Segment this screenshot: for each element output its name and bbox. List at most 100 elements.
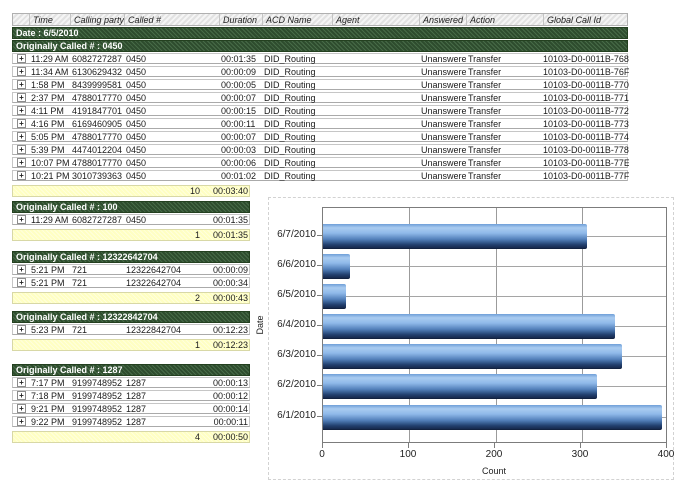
- time-cell: 5:39 PM: [29, 145, 70, 155]
- expand-icon[interactable]: +: [17, 80, 26, 89]
- summary-count: 2: [124, 293, 208, 303]
- column-header-expand: [13, 14, 29, 25]
- x-axis-title: Count: [454, 466, 534, 476]
- called-group-label: Originally Called # : 1287: [16, 365, 123, 375]
- expand-icon[interactable]: +: [17, 158, 26, 167]
- report-page: TimeCalling party #Called #DurationACD N…: [0, 0, 676, 485]
- y-axis-tick: [317, 355, 322, 356]
- expand-icon[interactable]: +: [17, 132, 26, 141]
- summary-duration: 00:00:50: [208, 432, 251, 442]
- acd-name-cell: DID_Routing: [262, 54, 332, 64]
- expand-icon[interactable]: +: [17, 93, 26, 102]
- acd-name-cell: DID_Routing: [262, 80, 332, 90]
- called-group-label: Originally Called # : 12322642704: [16, 252, 158, 262]
- calling-party-cell: 4788017770: [70, 93, 124, 103]
- called-cell: 1287: [124, 404, 208, 414]
- expand-icon[interactable]: +: [17, 106, 26, 115]
- category-gridline: [323, 266, 666, 267]
- called-cell: 12322842704: [124, 325, 208, 335]
- expand-icon[interactable]: +: [17, 119, 26, 128]
- global-call-id-cell: 10103-D0-0011B-771: [543, 93, 629, 103]
- expand-icon[interactable]: +: [17, 391, 26, 400]
- expand-cell: +: [13, 106, 29, 115]
- duration-cell: 00:00:03: [219, 145, 262, 155]
- time-cell: 10:21 PM: [29, 171, 70, 181]
- column-header-time: Time: [29, 14, 70, 25]
- expand-cell: +: [13, 80, 29, 89]
- duration-cell: 00:00:15: [219, 106, 262, 116]
- group-summary-row: 100:01:35: [12, 229, 250, 241]
- called-cell: 0450: [124, 67, 219, 77]
- expand-icon[interactable]: +: [17, 417, 26, 426]
- time-cell: 4:16 PM: [29, 119, 70, 129]
- column-header-agent: Agent: [332, 14, 419, 25]
- expand-icon[interactable]: +: [17, 145, 26, 154]
- time-cell: 5:21 PM: [29, 265, 70, 275]
- expand-icon[interactable]: +: [17, 404, 26, 413]
- answered-cell: Unanswered: [419, 80, 466, 90]
- expand-cell: +: [13, 265, 29, 274]
- calling-party-cell: 4788017770: [70, 132, 124, 142]
- answered-cell: Unanswered: [419, 106, 466, 116]
- expand-icon[interactable]: +: [17, 54, 26, 63]
- acd-name-cell: DID_Routing: [262, 119, 332, 129]
- table-row: +7:17 PM9199748952128700:00:13: [12, 377, 250, 388]
- date-group-header: Date : 6/5/2010: [12, 27, 628, 39]
- expand-icon[interactable]: +: [17, 215, 26, 224]
- category-label: 6/7/2010: [258, 229, 316, 240]
- called-cell: 1287: [124, 417, 208, 427]
- duration-cell: 00:00:12: [208, 391, 251, 401]
- called-group-label: Originally Called # : 0450: [16, 41, 123, 51]
- global-call-id-cell: 10103-D0-0011B-774: [543, 132, 629, 142]
- action-cell: Transfer: [466, 158, 543, 168]
- summary-count: 1: [124, 230, 208, 240]
- table-row: +2:37 PM4788017770045000:00:07DID_Routin…: [12, 92, 628, 103]
- calling-party-cell: 6082727287: [70, 54, 124, 64]
- called-cell: 0450: [124, 215, 208, 225]
- global-call-id-cell: 10103-D0-0011B-770: [543, 80, 629, 90]
- expand-icon[interactable]: +: [17, 378, 26, 387]
- bar-chart-plot-area: [322, 207, 667, 443]
- table-row: +11:29 AM6082727287045000:01:35DID_Routi…: [12, 53, 628, 64]
- y-axis-title: Date: [255, 305, 267, 345]
- action-cell: Transfer: [466, 93, 543, 103]
- group-table: Originally Called # : 12322642704 +5:21 P…: [12, 251, 250, 304]
- expand-icon[interactable]: +: [17, 171, 26, 180]
- expand-icon[interactable]: +: [17, 67, 26, 76]
- duration-cell: 00:01:35: [219, 54, 262, 64]
- x-axis-tick: [322, 443, 323, 448]
- time-cell: 7:17 PM: [29, 378, 70, 388]
- table-row: +5:05 PM4788017770045000:00:07DID_Routin…: [12, 131, 628, 142]
- called-group-label: Originally Called # : 12322842704: [16, 312, 158, 322]
- calling-party-cell: 6130629432: [70, 67, 124, 77]
- duration-cell: 00:12:23: [208, 325, 251, 335]
- calling-party-cell: 9199748952: [70, 417, 124, 427]
- duration-cell: 00:00:05: [219, 80, 262, 90]
- x-axis-tick: [580, 443, 581, 448]
- called-cell: 12322642704: [124, 278, 208, 288]
- expand-cell: +: [13, 67, 29, 76]
- calling-party-cell: 6082727287: [70, 215, 124, 225]
- expand-cell: +: [13, 54, 29, 63]
- expand-icon[interactable]: +: [17, 325, 26, 334]
- called-cell: 0450: [124, 93, 219, 103]
- answered-cell: Unanswered: [419, 54, 466, 64]
- duration-cell: 00:00:09: [219, 67, 262, 77]
- group-table: Originally Called # : 100+11:29 AM608272…: [12, 201, 250, 241]
- y-axis-tick: [317, 265, 322, 266]
- call-detail-table: TimeCalling party #Called #DurationACD N…: [12, 13, 628, 197]
- table-row: +7:18 PM9199748952128700:00:12: [12, 390, 250, 401]
- expand-icon[interactable]: +: [17, 278, 26, 287]
- called-group-header: Originally Called # : 0450: [12, 40, 628, 52]
- expand-cell: +: [13, 158, 29, 167]
- acd-name-cell: DID_Routing: [262, 93, 332, 103]
- expand-cell: +: [13, 378, 29, 387]
- expand-cell: +: [13, 417, 29, 426]
- action-cell: Transfer: [466, 119, 543, 129]
- bar-6-6-2010: [323, 254, 350, 279]
- acd-name-cell: DID_Routing: [262, 132, 332, 142]
- duration-cell: 00:00:34: [208, 278, 251, 288]
- summary-count: 1: [124, 340, 208, 350]
- bar-6-7-2010: [323, 224, 587, 249]
- expand-icon[interactable]: +: [17, 265, 26, 274]
